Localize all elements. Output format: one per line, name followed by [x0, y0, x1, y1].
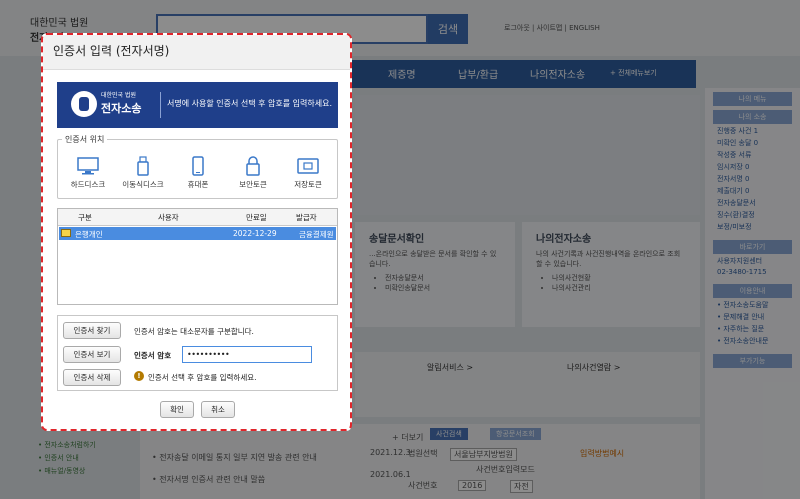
certificate-dialog: 인증서 입력 (전자서명) 대한민국 법원 전자소송 서명에 사용할 인증서 선…	[41, 33, 352, 431]
certificate-table: 구분 사용자 만료일 발급자 은행개인 2022-12-29 금융결제원	[57, 208, 338, 305]
location-storage-token[interactable]: 저장토큰	[283, 156, 333, 190]
cert-expiry: 2022-12-29	[233, 229, 277, 238]
case-sensitive-note: 인증서 암호는 대소문자를 구분합니다.	[134, 327, 254, 336]
ok-button[interactable]: 확인	[160, 401, 194, 418]
certificate-location-group: 인증서 위치 하드디스크 이동식디스크 휴대폰 보안토큰 저장토큰	[57, 134, 338, 199]
certificate-icon	[61, 229, 71, 237]
location-label: 이동식디스크	[122, 180, 164, 189]
cert-issuer: 금융결제원	[299, 230, 334, 239]
warning-text: 인증서 선택 후 암호를 입력하세요.	[148, 373, 257, 382]
monitor-icon	[77, 157, 99, 175]
column-header: 사용자	[158, 213, 179, 222]
table-row[interactable]: 은행개인 2022-12-29 금융결제원	[59, 227, 336, 240]
location-label: 보안토큰	[239, 180, 267, 189]
delete-certificate-button[interactable]: 인증서 삭제	[63, 369, 121, 386]
column-header: 구분	[78, 213, 92, 222]
location-label: 휴대폰	[187, 180, 209, 189]
lock-token-icon	[246, 156, 260, 176]
banner-brand-small: 대한민국 법원	[101, 92, 137, 99]
view-certificate-button[interactable]: 인증서 보기	[63, 346, 121, 363]
table-header: 구분 사용자 만료일 발급자	[58, 209, 337, 226]
column-header: 만료일	[246, 213, 267, 222]
cancel-button[interactable]: 취소	[201, 401, 235, 418]
court-logo-icon	[71, 91, 97, 117]
password-label: 인증서 암호	[134, 351, 172, 360]
banner-message: 서명에 사용할 인증서 선택 후 암호를 입력하세요.	[167, 99, 332, 108]
certificate-password-input[interactable]: ••••••••••	[182, 346, 312, 363]
location-legend: 인증서 위치	[62, 134, 108, 145]
phone-icon	[192, 156, 204, 176]
banner-brand-big: 전자소송	[101, 102, 142, 115]
banner-divider	[160, 92, 161, 118]
warning-icon: !	[134, 371, 144, 381]
location-phone[interactable]: 휴대폰	[173, 156, 223, 190]
cert-type: 은행개인	[75, 230, 103, 239]
column-header: 발급자	[296, 213, 317, 222]
location-removable[interactable]: 이동식디스크	[118, 156, 168, 190]
dialog-title: 인증서 입력 (전자서명)	[43, 35, 350, 70]
location-label: 하드디스크	[70, 180, 106, 189]
location-harddisk[interactable]: 하드디스크	[63, 156, 113, 190]
location-security-token[interactable]: 보안토큰	[228, 156, 278, 190]
certificate-actions: 인증서 찾기 인증서 암호는 대소문자를 구분합니다. 인증서 보기 인증서 암…	[57, 315, 338, 391]
storage-token-icon	[297, 158, 319, 174]
usb-icon	[137, 156, 149, 176]
location-label: 저장토큰	[294, 180, 322, 189]
find-certificate-button[interactable]: 인증서 찾기	[63, 322, 121, 339]
dialog-banner: 대한민국 법원 전자소송 서명에 사용할 인증서 선택 후 암호를 입력하세요.	[57, 82, 338, 128]
